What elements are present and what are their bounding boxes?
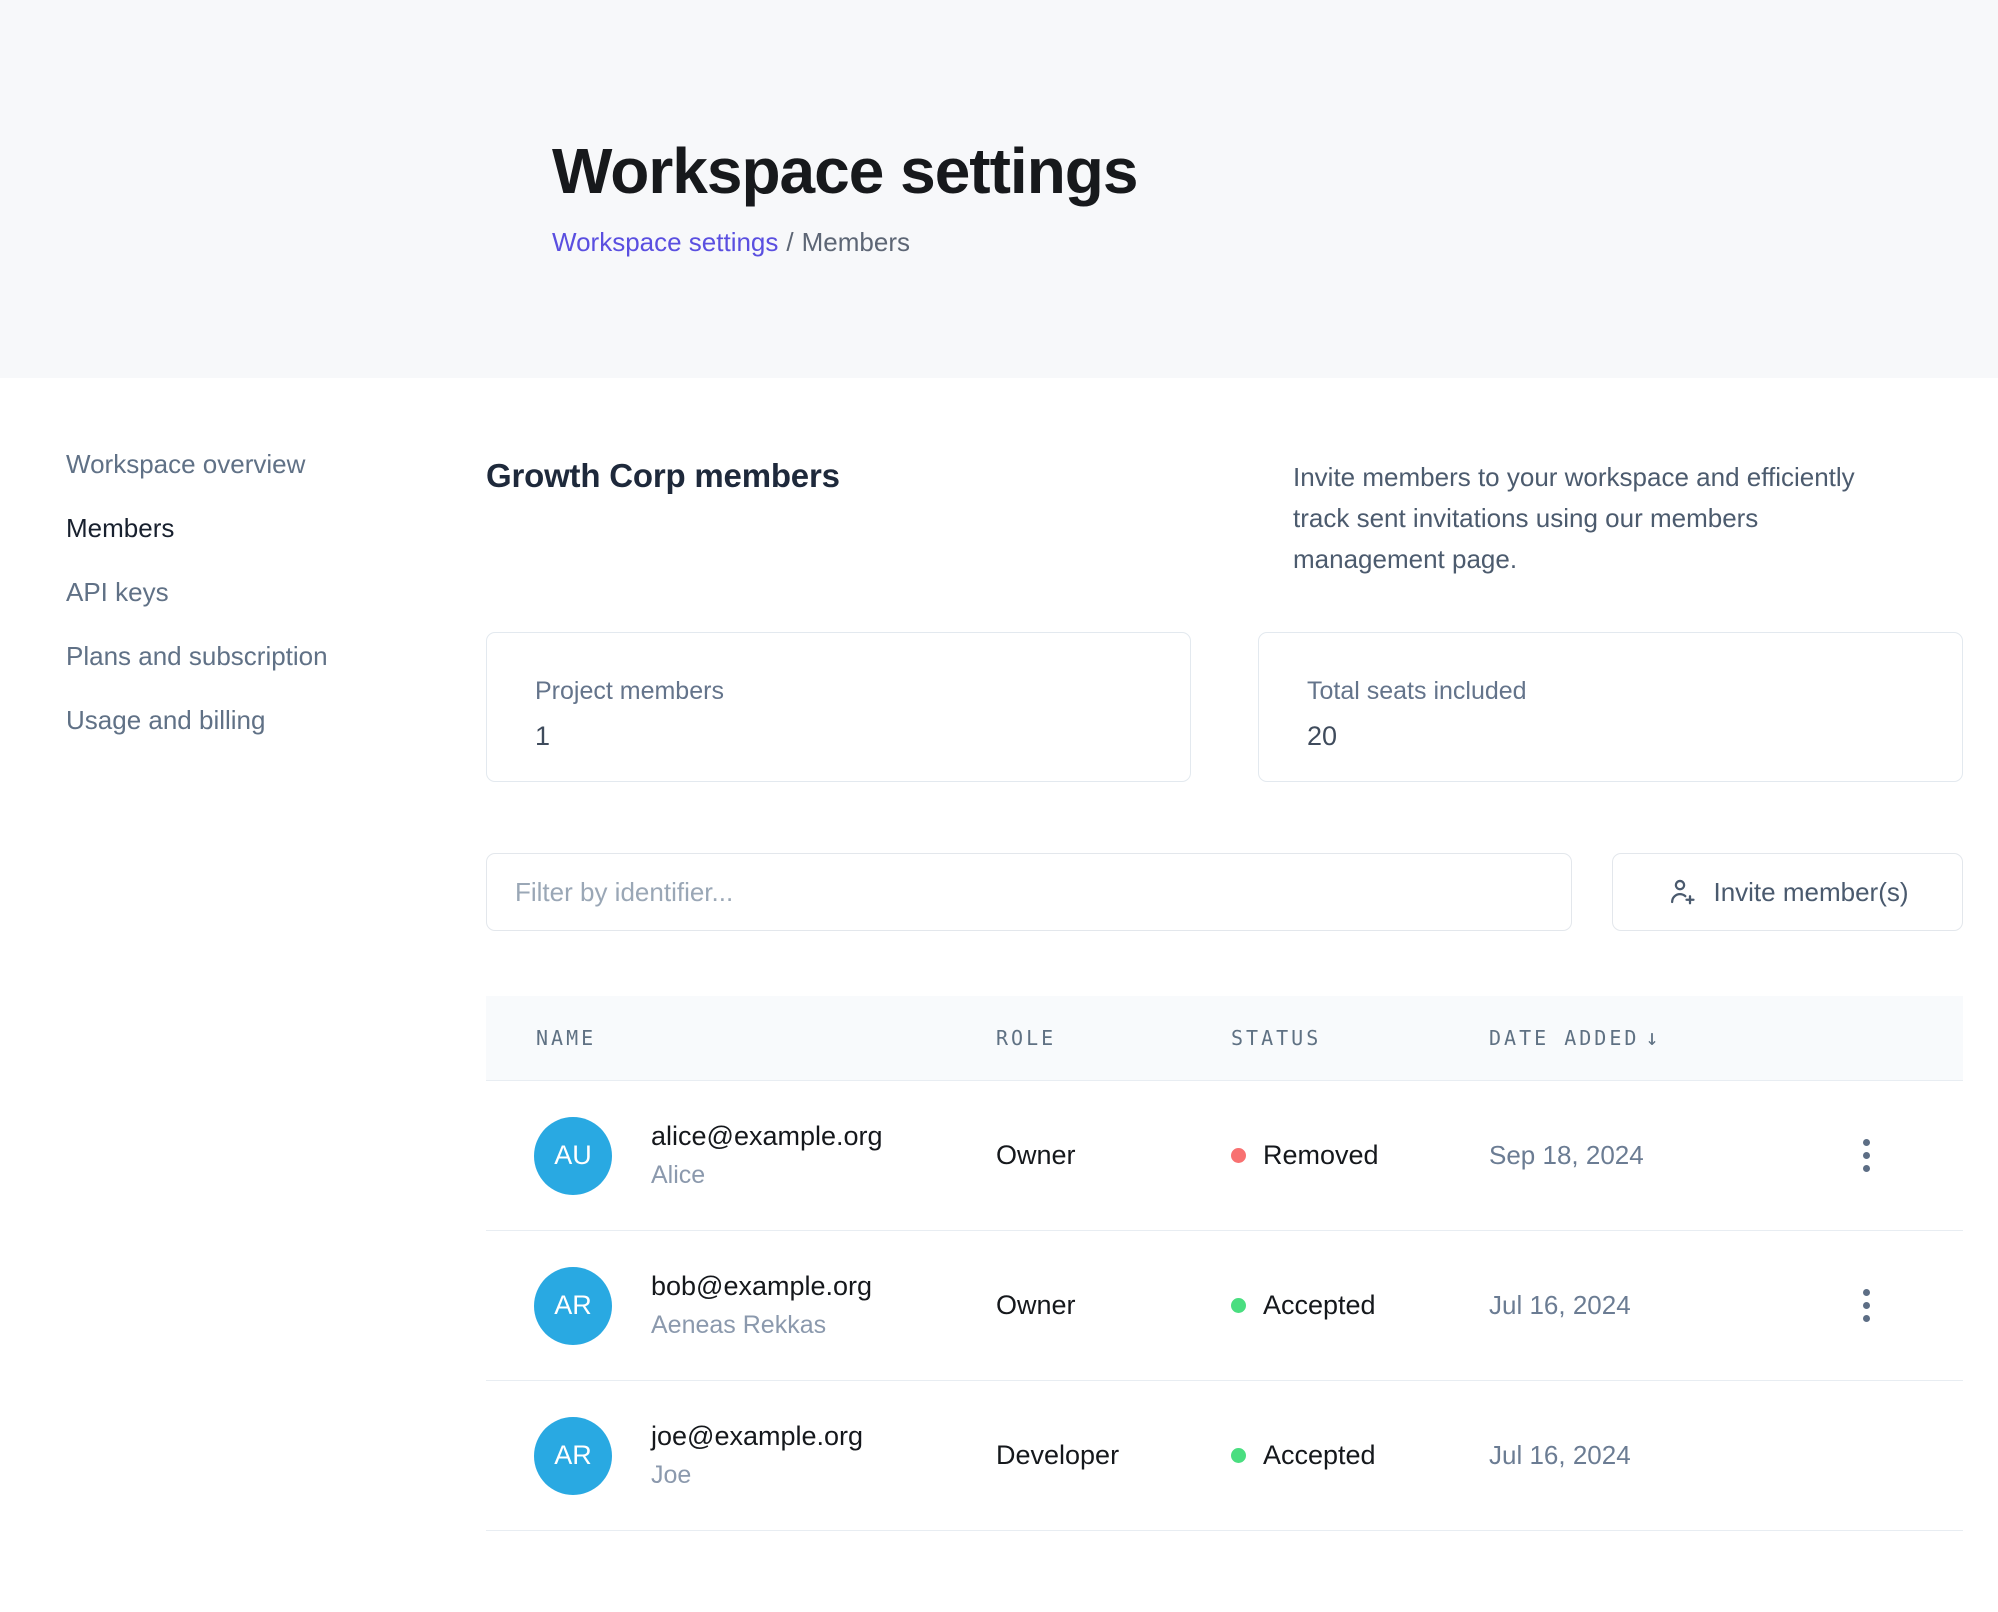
status-dot-accepted bbox=[1231, 1448, 1246, 1463]
breadcrumb-link-workspace-settings[interactable]: Workspace settings bbox=[552, 227, 778, 257]
row-menu-kebab-icon[interactable] bbox=[1853, 1279, 1880, 1332]
member-email: bob@example.org bbox=[651, 1271, 872, 1302]
sidebar-item-workspace-overview[interactable]: Workspace overview bbox=[66, 448, 486, 481]
member-status: Removed bbox=[1231, 1140, 1489, 1171]
section-heading: Growth Corp members bbox=[486, 457, 840, 495]
settings-sidebar: Workspace overview Members API keys Plan… bbox=[0, 378, 486, 768]
filter-row: Invite member(s) bbox=[486, 853, 1963, 931]
member-email: alice@example.org bbox=[651, 1121, 883, 1152]
sidebar-item-api-keys[interactable]: API keys bbox=[66, 576, 486, 609]
column-header-name: NAME bbox=[486, 1026, 996, 1050]
sidebar-item-usage-and-billing[interactable]: Usage and billing bbox=[66, 704, 486, 737]
member-role: Developer bbox=[996, 1440, 1231, 1471]
page-title: Workspace settings bbox=[552, 138, 1998, 205]
avatar: AR bbox=[534, 1267, 612, 1345]
avatar: AR bbox=[534, 1417, 612, 1495]
row-menu-kebab-icon[interactable] bbox=[1853, 1129, 1880, 1182]
stat-value: 20 bbox=[1307, 721, 1962, 752]
table-row: AR bob@example.org Aeneas Rekkas Owner A… bbox=[486, 1231, 1963, 1381]
breadcrumb: Workspace settings / Members bbox=[552, 227, 1998, 258]
member-date-added: Jul 16, 2024 bbox=[1489, 1440, 1769, 1471]
member-name-cell: AU alice@example.org Alice bbox=[486, 1117, 996, 1195]
member-date-added: Jul 16, 2024 bbox=[1489, 1290, 1769, 1321]
breadcrumb-separator: / bbox=[786, 227, 793, 257]
member-date-added: Sep 18, 2024 bbox=[1489, 1140, 1769, 1171]
member-email: joe@example.org bbox=[651, 1421, 863, 1452]
member-name-cell: AR joe@example.org Joe bbox=[486, 1417, 996, 1495]
sort-descending-icon: ↓ bbox=[1645, 1026, 1658, 1051]
member-name: Aeneas Rekkas bbox=[651, 1311, 872, 1340]
member-role: Owner bbox=[996, 1290, 1231, 1321]
members-table: NAME ROLE STATUS DATE ADDED↓ AU alice@ex… bbox=[486, 996, 1963, 1531]
sidebar-item-members[interactable]: Members bbox=[66, 512, 486, 545]
invite-members-button[interactable]: Invite member(s) bbox=[1612, 853, 1963, 931]
filter-input[interactable] bbox=[486, 853, 1572, 931]
invite-members-label: Invite member(s) bbox=[1713, 877, 1908, 908]
member-name: Alice bbox=[651, 1161, 883, 1190]
column-header-status: STATUS bbox=[1231, 1026, 1489, 1050]
column-header-role: ROLE bbox=[996, 1026, 1231, 1050]
stat-card-total-seats: Total seats included 20 bbox=[1258, 632, 1963, 782]
stats-row: Project members 1 Total seats included 2… bbox=[486, 632, 1963, 782]
table-row: AR joe@example.org Joe Developer Accepte… bbox=[486, 1381, 1963, 1531]
member-name: Joe bbox=[651, 1461, 863, 1490]
member-role: Owner bbox=[996, 1140, 1231, 1171]
content: Workspace overview Members API keys Plan… bbox=[0, 378, 1998, 1531]
table-row: AU alice@example.org Alice Owner Removed… bbox=[486, 1081, 1963, 1231]
status-label: Removed bbox=[1263, 1140, 1379, 1171]
person-plus-icon bbox=[1666, 876, 1698, 908]
stat-label: Total seats included bbox=[1307, 677, 1962, 706]
stat-value: 1 bbox=[535, 721, 1190, 752]
table-header-row: NAME ROLE STATUS DATE ADDED↓ bbox=[486, 996, 1963, 1081]
status-label: Accepted bbox=[1263, 1290, 1376, 1321]
member-name-cell: AR bob@example.org Aeneas Rekkas bbox=[486, 1267, 996, 1345]
member-status: Accepted bbox=[1231, 1290, 1489, 1321]
stat-label: Project members bbox=[535, 677, 1190, 706]
members-section: Growth Corp members Invite members to yo… bbox=[486, 378, 1998, 1531]
stat-card-project-members: Project members 1 bbox=[486, 632, 1191, 782]
status-dot-accepted bbox=[1231, 1298, 1246, 1313]
status-label: Accepted bbox=[1263, 1440, 1376, 1471]
section-description: Invite members to your workspace and eff… bbox=[1293, 457, 1893, 580]
member-status: Accepted bbox=[1231, 1440, 1489, 1471]
breadcrumb-current: Members bbox=[802, 227, 910, 257]
avatar: AU bbox=[534, 1117, 612, 1195]
column-header-date-added[interactable]: DATE ADDED↓ bbox=[1489, 1026, 1769, 1051]
page-header: Workspace settings Workspace settings / Me… bbox=[0, 0, 1998, 378]
sidebar-item-plans-and-subscription[interactable]: Plans and subscription bbox=[66, 640, 486, 673]
status-dot-removed bbox=[1231, 1148, 1246, 1163]
